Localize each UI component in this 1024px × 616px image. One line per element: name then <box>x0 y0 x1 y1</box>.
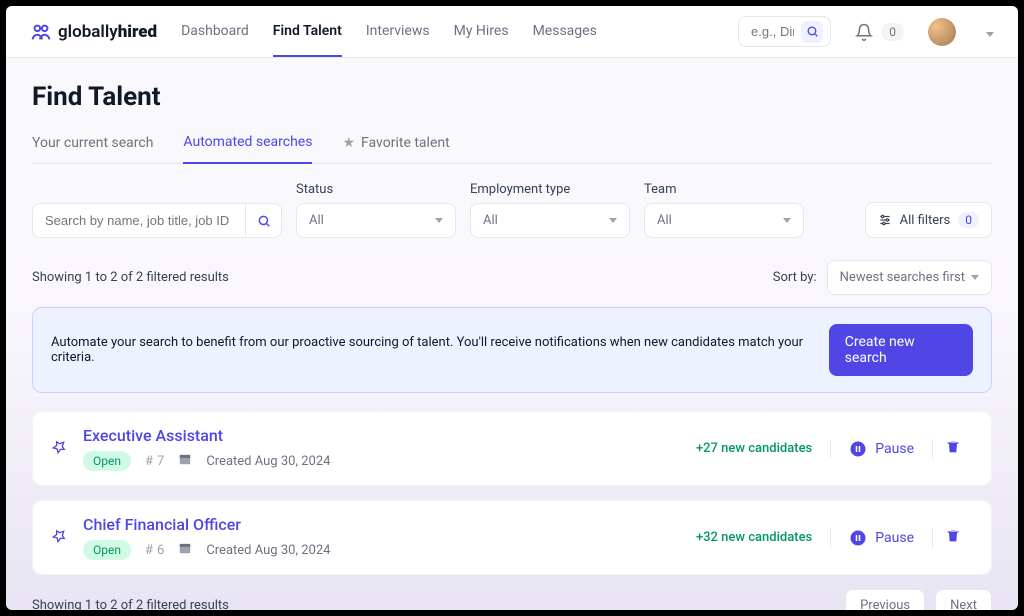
nav-messages[interactable]: Messages <box>533 7 597 56</box>
tab-current-search[interactable]: Your current search <box>32 134 153 163</box>
delete-button[interactable] <box>932 439 973 459</box>
status-label: Status <box>296 182 456 197</box>
team-select[interactable]: All <box>644 203 804 238</box>
banner-text: Automate your search to benefit from our… <box>51 335 829 365</box>
card-title[interactable]: Chief Financial Officer <box>83 515 696 534</box>
sliders-icon <box>878 213 892 227</box>
pin-icon[interactable] <box>51 528 67 548</box>
trash-icon <box>945 528 961 544</box>
team-label: Team <box>644 182 804 197</box>
pause-icon <box>849 529 867 547</box>
created-date: Created Aug 30, 2024 <box>206 454 330 469</box>
nav-my-hires[interactable]: My Hires <box>454 7 509 56</box>
nav-dashboard[interactable]: Dashboard <box>181 7 249 56</box>
sort-label: Sort by: <box>773 270 817 285</box>
candidate-count: # 7 <box>145 454 164 469</box>
employment-label: Employment type <box>470 182 630 197</box>
candidate-count: # 6 <box>145 543 164 558</box>
previous-button[interactable]: Previous <box>845 589 925 610</box>
employment-select[interactable]: All <box>470 203 630 238</box>
card-title[interactable]: Executive Assistant <box>83 426 696 445</box>
tab-automated-searches[interactable]: Automated searches <box>183 134 312 164</box>
search-icon[interactable] <box>801 21 823 43</box>
search-card: Chief Financial Officer Open # 6 Created… <box>32 500 992 575</box>
status-badge: Open <box>83 540 131 560</box>
calendar-icon <box>178 541 192 559</box>
new-candidates-link[interactable]: +27 new candidates <box>696 441 812 456</box>
user-menu-chevron[interactable] <box>980 22 994 41</box>
pause-icon <box>849 440 867 458</box>
logo[interactable]: globallyhired <box>30 21 157 43</box>
filter-search-input[interactable] <box>33 204 245 237</box>
page-title: Find Talent <box>32 82 992 112</box>
avatar[interactable] <box>928 18 956 46</box>
delete-button[interactable] <box>932 528 973 548</box>
tab-favorite-talent[interactable]: ★ Favorite talent <box>342 134 449 163</box>
nav-interviews[interactable]: Interviews <box>366 7 430 56</box>
pin-icon[interactable] <box>51 439 67 459</box>
info-banner: Automate your search to benefit from our… <box>32 307 992 393</box>
search-card: Executive Assistant Open # 7 Created Aug… <box>32 411 992 486</box>
calendar-icon <box>178 452 192 470</box>
all-filters-button[interactable]: All filters 0 <box>865 202 992 238</box>
trash-icon <box>945 439 961 455</box>
results-summary: Showing 1 to 2 of 2 filtered results <box>32 270 229 285</box>
new-candidates-link[interactable]: +32 new candidates <box>696 530 812 545</box>
pause-button[interactable]: Pause <box>830 529 932 547</box>
nav-find-talent[interactable]: Find Talent <box>273 7 342 57</box>
star-icon: ★ <box>342 135 355 151</box>
sort-select[interactable]: Newest searches first <box>827 260 992 295</box>
create-new-search-button[interactable]: Create new search <box>829 324 973 376</box>
notification-count: 0 <box>881 23 904 41</box>
notifications-button[interactable]: 0 <box>855 23 904 41</box>
results-summary-bottom: Showing 1 to 2 of 2 filtered results <box>32 598 229 610</box>
status-badge: Open <box>83 451 131 471</box>
search-icon[interactable] <box>245 204 281 237</box>
created-date: Created Aug 30, 2024 <box>206 543 330 558</box>
pause-button[interactable]: Pause <box>830 440 932 458</box>
next-button[interactable]: Next <box>935 589 992 610</box>
filter-count-badge: 0 <box>958 212 979 228</box>
status-select[interactable]: All <box>296 203 456 238</box>
